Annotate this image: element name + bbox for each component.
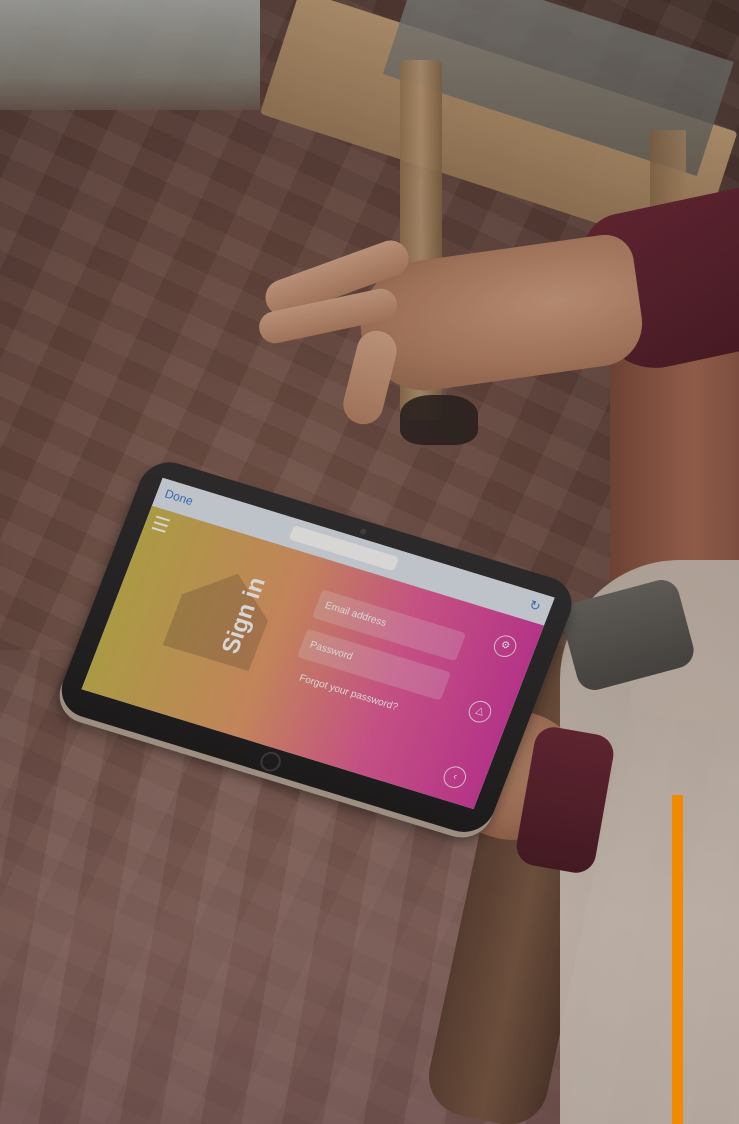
chair-foot [400, 395, 478, 445]
done-button[interactable]: Done [163, 487, 195, 508]
settings-icon[interactable]: ⚙ [490, 632, 520, 660]
accent-bar [672, 795, 683, 1124]
reload-icon[interactable]: ↻ [527, 597, 543, 615]
alert-icon[interactable]: △ [465, 698, 495, 726]
window-glass [0, 0, 260, 110]
back-icon[interactable]: ‹ [440, 763, 470, 791]
house-logo [163, 561, 281, 672]
photo-scene: Done ↻ Sign in Email address Password Fo… [0, 0, 739, 1124]
menu-icon[interactable] [151, 515, 171, 533]
